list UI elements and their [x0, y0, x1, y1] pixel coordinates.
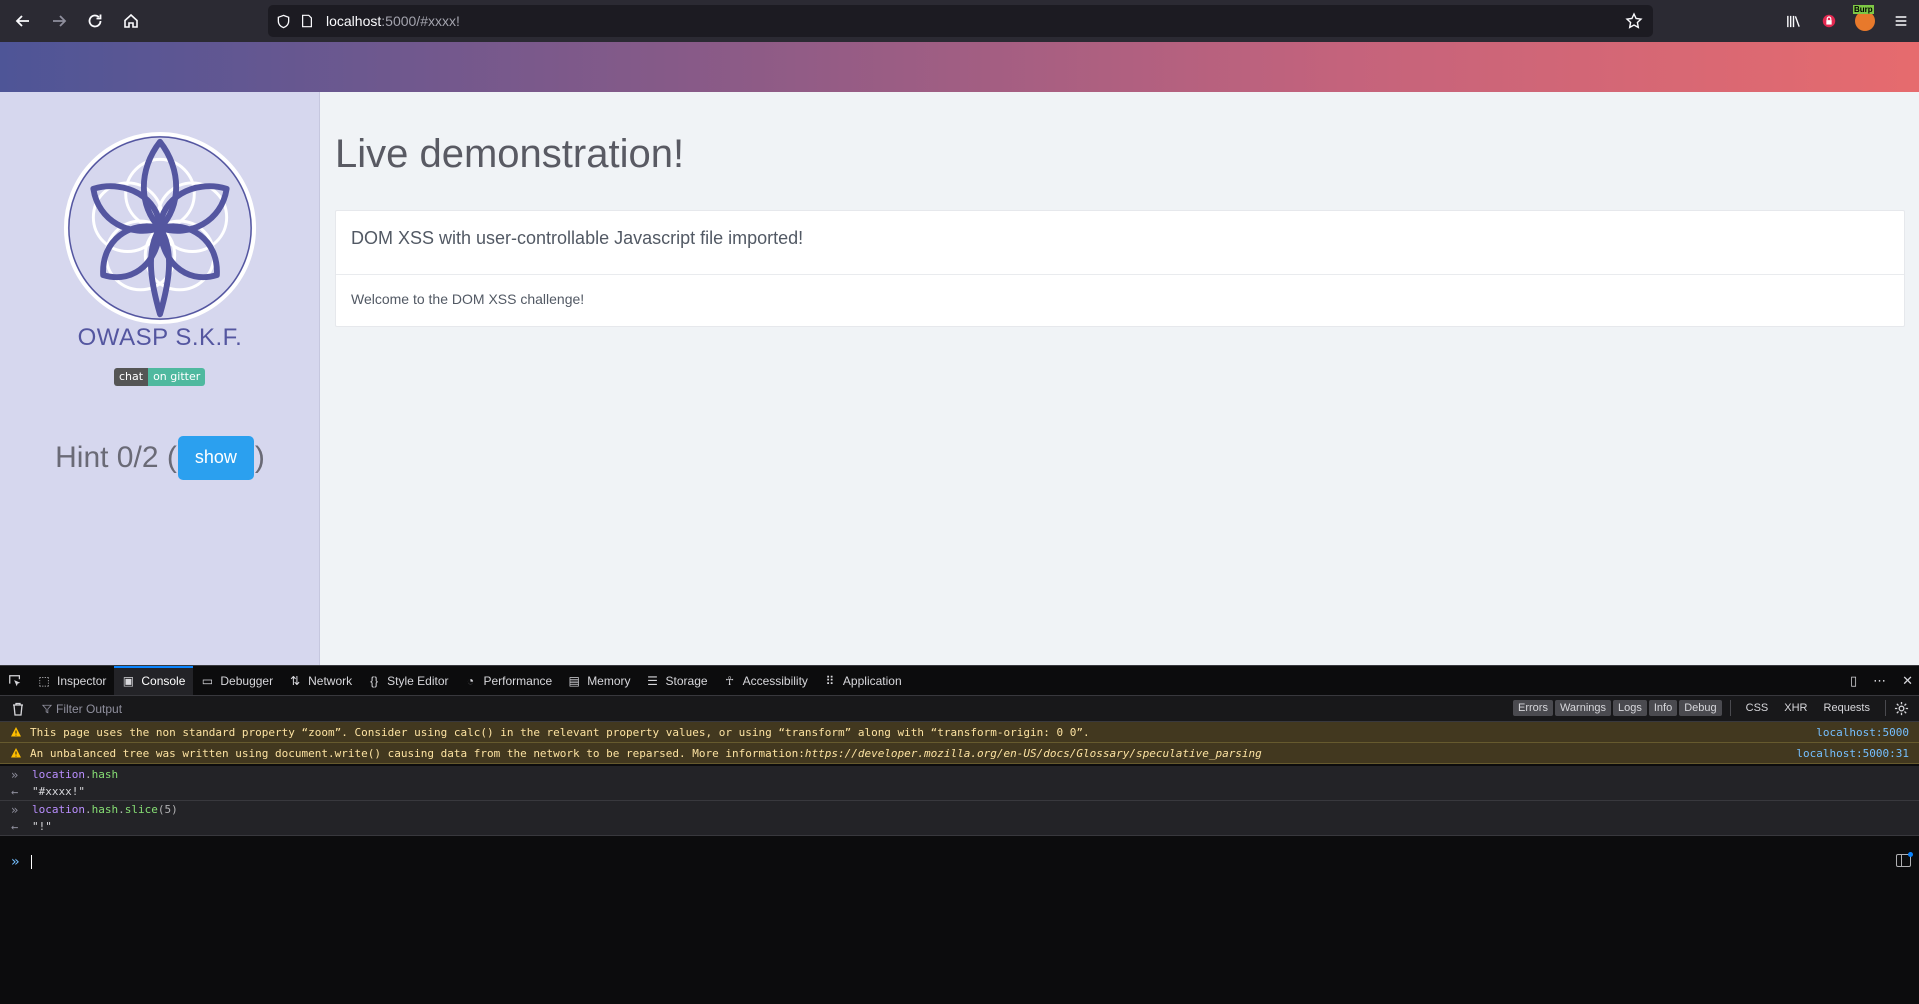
hint-suffix: ): [254, 441, 265, 474]
shield-icon: [274, 12, 292, 30]
red-lock-icon: [1822, 14, 1836, 28]
tab-style-editor[interactable]: {} Style Editor: [360, 666, 456, 696]
filter-requests-toggle[interactable]: Requests: [1817, 700, 1877, 716]
home-button[interactable]: [116, 6, 146, 36]
notification-dot: [1908, 852, 1913, 857]
tab-console[interactable]: ▣ Console: [114, 665, 194, 696]
network-icon: ⇅: [290, 673, 301, 688]
challenge-panel: DOM XSS with user-controllable Javascrip…: [335, 210, 1905, 327]
filter-xhr-toggle[interactable]: XHR: [1777, 700, 1814, 716]
console-result-entry: ← "#xxxx!": [0, 783, 1919, 801]
tab-network[interactable]: ⇅ Network: [281, 666, 360, 696]
filter-funnel-icon: [42, 704, 52, 713]
sidebar: OWASP S.K.F. chat on gitter Hint 0/2 ( s…: [0, 92, 320, 665]
library-button[interactable]: [1775, 6, 1811, 36]
url-text: localhost:5000/#xxxx!: [326, 13, 460, 29]
console-icon: ▣: [122, 673, 135, 688]
warning-icon: [11, 727, 21, 737]
message-source-link[interactable]: localhost:5000:31: [1796, 747, 1909, 760]
console-warning: An unbalanced tree was written using doc…: [0, 743, 1919, 764]
filter-output-input[interactable]: Filter Output: [42, 702, 122, 716]
accessibility-icon: ☥: [725, 673, 735, 688]
panel-body: Welcome to the DOM XSS challenge!: [351, 291, 585, 307]
badge-right: on gitter: [148, 368, 206, 386]
clear-console-trash-icon[interactable]: [10, 701, 26, 717]
filter-info-toggle[interactable]: Info: [1648, 700, 1678, 716]
hamburger-menu-icon: [1895, 16, 1907, 26]
page-icon: [298, 12, 316, 30]
page-title: Live demonstration!: [335, 132, 685, 176]
docs-link[interactable]: https://developer.mozilla.org/en-US/docs…: [805, 747, 1262, 760]
browser-toolbar: localhost:5000/#xxxx! Burp: [0, 0, 1919, 42]
warning-icon: [11, 748, 21, 758]
prompt-chevron-icon: »: [11, 854, 20, 870]
tab-application[interactable]: ⠿ Application: [816, 666, 910, 696]
header-banner: [0, 42, 1919, 92]
tab-storage[interactable]: ☰ Storage: [639, 666, 716, 696]
performance-icon: ◔: [466, 673, 475, 688]
result-arrow-icon: ←: [11, 784, 19, 799]
hint-label: Hint 0/2 (: [55, 441, 177, 474]
filter-divider: [1885, 700, 1886, 716]
brand-title: OWASP S.K.F.: [77, 324, 243, 351]
tab-inspector[interactable]: ⬚ Inspector: [30, 666, 114, 696]
console-input-entry: » location.hash.slice(5): [0, 801, 1919, 818]
filter-warnings-toggle[interactable]: Warnings: [1554, 700, 1612, 716]
close-devtools-icon[interactable]: ✕: [1902, 674, 1913, 689]
forward-arrow-icon: [53, 15, 67, 27]
console-filterbar: Filter Output Errors Warnings Logs Info …: [0, 695, 1919, 722]
owasp-skf-logo: [63, 131, 257, 325]
element-picker-icon: [9, 674, 21, 686]
address-bar[interactable]: localhost:5000/#xxxx!: [268, 5, 1653, 37]
reload-button[interactable]: [80, 6, 110, 36]
filter-divider: [1729, 700, 1731, 716]
storage-icon: ☰: [647, 673, 658, 688]
result-arrow-icon: ←: [11, 819, 19, 834]
show-hint-button[interactable]: show: [177, 436, 254, 480]
menu-button[interactable]: [1883, 6, 1919, 36]
back-button[interactable]: [8, 6, 38, 36]
console-result-entry: ← "!": [0, 818, 1919, 836]
memory-icon: ▤: [568, 673, 580, 688]
more-options-icon[interactable]: ⋯: [1873, 674, 1886, 689]
tab-accessibility[interactable]: ☥ Accessibility: [716, 666, 816, 696]
console-input-entry: » location.hash: [0, 766, 1919, 783]
element-picker-button[interactable]: [0, 666, 30, 696]
filter-logs-toggle[interactable]: Logs: [1613, 700, 1647, 716]
tab-debugger[interactable]: ▭ Debugger: [193, 666, 281, 696]
style-editor-icon: {}: [370, 673, 379, 688]
burp-icon: Burp: [1853, 5, 1875, 31]
debugger-icon: ▭: [201, 673, 214, 688]
gitter-chat-badge[interactable]: chat on gitter: [114, 368, 206, 386]
badge-left: chat: [114, 368, 149, 386]
inspector-icon: ⬚: [38, 673, 50, 688]
back-arrow-icon: [15, 15, 29, 27]
filter-debug-toggle[interactable]: Debug: [1679, 700, 1722, 716]
panel-heading: DOM XSS with user-controllable Javascrip…: [336, 211, 1904, 275]
extension-lock-button[interactable]: [1811, 6, 1847, 36]
bookmark-star-icon[interactable]: [1625, 12, 1643, 30]
devtools-tabbar: ⬚ Inspector ▣ Console ▭ Debugger ⇅ Network {…: [0, 665, 1919, 696]
library-icon: [1786, 15, 1800, 27]
console-warning: This page uses the non standard property…: [0, 722, 1919, 743]
burp-extension-button[interactable]: Burp: [1847, 5, 1883, 36]
message-source-link[interactable]: localhost:5000: [1816, 726, 1909, 739]
hint-row: Hint 0/2 ( show ): [0, 436, 320, 480]
reload-icon: [88, 14, 102, 28]
input-chevron-icon: »: [11, 802, 19, 817]
tab-performance[interactable]: ◔ Performance: [456, 666, 560, 696]
text-caret: [31, 855, 32, 869]
responsive-design-icon[interactable]: ▯: [1850, 674, 1857, 689]
filter-css-toggle[interactable]: CSS: [1739, 700, 1776, 716]
forward-button[interactable]: [44, 6, 74, 36]
tab-memory[interactable]: ▤ Memory: [560, 666, 638, 696]
main-content: Live demonstration! DOM XSS with user-co…: [320, 92, 1919, 665]
home-icon: [124, 13, 138, 28]
console-input[interactable]: »: [0, 849, 1919, 1004]
filter-errors-toggle[interactable]: Errors: [1513, 700, 1553, 716]
application-icon: ⠿: [825, 673, 835, 688]
console-settings-gear-icon[interactable]: [1894, 701, 1909, 716]
input-chevron-icon: »: [11, 767, 19, 782]
